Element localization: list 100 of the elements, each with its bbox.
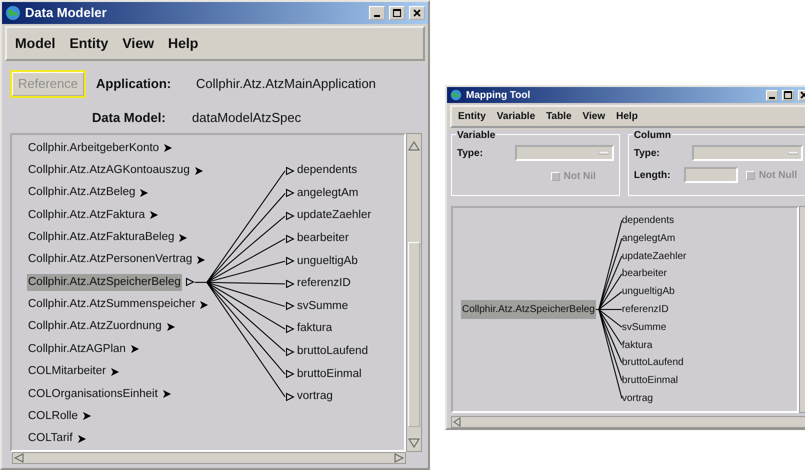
collapsed-arrow-icon[interactable]	[194, 166, 204, 176]
collapsed-arrow-icon[interactable]	[166, 322, 176, 332]
minimize-button[interactable]	[766, 90, 778, 100]
attribute-label: bearbeiter	[622, 267, 668, 282]
expanded-arrow-icon[interactable]	[285, 166, 295, 176]
minimize-button[interactable]	[369, 6, 385, 20]
attribute-label: updateZaehler	[297, 208, 372, 224]
data-model-label: Data Model:	[92, 108, 167, 126]
collapsed-arrow-icon[interactable]	[110, 366, 120, 377]
attribute-label: vortrag	[297, 389, 333, 404]
class-list-item[interactable]: Collphir.Atz.AtzSpeicherBeleg	[27, 274, 182, 291]
attribute-label: bruttoLaufend	[297, 344, 368, 360]
menu-item[interactable]: Help	[168, 33, 198, 54]
length-field[interactable]	[684, 167, 738, 183]
menu-item[interactable]: Variable	[496, 109, 536, 124]
attribute-label: updateZaehler	[622, 250, 686, 264]
maximize-icon	[784, 91, 792, 99]
attribute-label: bruttoEinmal	[297, 366, 362, 382]
class-list-item[interactable]: Collphir.Atz.AtzZuordnung	[27, 318, 163, 336]
expanded-arrow-icon[interactable]	[285, 188, 295, 198]
class-list-item[interactable]: COLOrganisationsEinheit	[27, 386, 159, 403]
data-model-value: dataModelAtzSpec	[192, 108, 302, 127]
attribute-label: faktura	[622, 338, 654, 353]
application-value: Collphir.Atz.AtzMainApplication	[196, 75, 376, 93]
horizontal-scrollbar[interactable]	[12, 452, 406, 464]
class-list-item[interactable]: COLRolle	[27, 408, 79, 426]
expanded-arrow-icon[interactable]	[285, 211, 295, 222]
attribute-label: angelegtAm	[297, 186, 358, 201]
attribute-label: referenzID	[297, 276, 351, 292]
maximize-button[interactable]	[782, 90, 794, 100]
scroll-right-icon[interactable]	[393, 453, 405, 463]
menu-item[interactable]: View	[122, 33, 154, 54]
collapsed-arrow-icon[interactable]	[199, 300, 210, 310]
expanded-arrow-icon[interactable]	[285, 234, 295, 244]
attribute-label: faktura	[297, 321, 332, 336]
attribute-label: dependents	[297, 163, 358, 178]
attribute-label: bruttoLaufend	[622, 356, 685, 370]
type-label: Type:	[457, 146, 484, 160]
attribute-label: angelegtAm	[622, 232, 676, 246]
class-list-item[interactable]: Collphir.ArbeitgeberKonto	[27, 140, 160, 157]
expanded-arrow-icon[interactable]	[184, 277, 195, 288]
collapsed-arrow-icon[interactable]	[162, 389, 172, 400]
collapsed-arrow-icon[interactable]	[178, 232, 188, 243]
collapsed-arrow-icon[interactable]	[148, 210, 159, 220]
expanded-arrow-icon[interactable]	[285, 256, 295, 266]
expanded-arrow-icon[interactable]	[285, 324, 295, 334]
app-globe-icon	[450, 89, 462, 101]
horizontal-scrollbar[interactable]	[451, 416, 805, 428]
menu-item[interactable]: Entity	[458, 109, 486, 124]
collapsed-arrow-icon[interactable]	[76, 434, 87, 444]
app-globe-icon	[5, 5, 21, 21]
window-title: Mapping Tool	[466, 88, 530, 102]
type-label: Type:	[634, 146, 661, 160]
attribute-label: svSumme	[297, 298, 348, 314]
attribute-label: bruttoEinmal	[622, 374, 679, 388]
collapsed-arrow-icon[interactable]	[130, 344, 140, 354]
collapsed-arrow-icon[interactable]	[163, 143, 174, 154]
expanded-arrow-icon[interactable]	[285, 392, 295, 402]
scroll-up-icon[interactable]	[407, 140, 421, 152]
menu-item[interactable]: Help	[616, 109, 638, 124]
attribute-label: ungueltigAb	[622, 285, 676, 300]
attribute-label: svSumme	[622, 320, 668, 335]
maximize-icon	[393, 9, 401, 17]
expanded-arrow-icon[interactable]	[285, 369, 295, 380]
scroll-down-icon[interactable]	[407, 437, 421, 449]
menu-item[interactable]: Entity	[69, 33, 108, 54]
close-icon	[413, 9, 421, 17]
menu-item[interactable]: View	[582, 109, 606, 124]
application-label: Application:	[96, 75, 172, 93]
class-list-item[interactable]: COLMitarbeiter	[27, 363, 107, 380]
class-list-item[interactable]: COLTarif	[27, 430, 74, 448]
attribute-label: ungueltigAb	[297, 254, 358, 269]
class-list-item[interactable]: Collphir.Atz.AtzAGKontoauszug	[27, 162, 191, 180]
close-button[interactable]	[409, 6, 425, 20]
window-title: Data Modeler	[25, 4, 107, 22]
length-label: Length:	[634, 168, 672, 182]
attribute-label: dependents	[622, 214, 676, 228]
class-list-item[interactable]: Collphir.Atz.AtzSummenspeicher	[27, 296, 196, 314]
attribute-label: bearbeiter	[297, 231, 349, 246]
collapsed-arrow-icon[interactable]	[196, 254, 206, 265]
class-list-item[interactable]: Collphir.Atz.AtzFakturaBeleg	[27, 228, 176, 246]
attribute-label: referenzID	[622, 302, 670, 317]
class-list-item[interactable]: Collphir.Atz.AtzFaktura	[27, 206, 146, 224]
collapsed-arrow-icon[interactable]	[82, 411, 92, 422]
class-list-item[interactable]: Collphir.Atz.AtzBeleg	[27, 184, 136, 202]
expanded-arrow-icon[interactable]	[285, 346, 295, 357]
entity-node[interactable]: Collphir.Atz.AtzSpeicherBeleg	[461, 300, 596, 319]
menu-item[interactable]: Model	[15, 33, 56, 54]
scroll-left-icon[interactable]	[13, 453, 25, 463]
expanded-arrow-icon[interactable]	[285, 301, 295, 312]
scroll-left-icon[interactable]	[452, 417, 462, 427]
maximize-button[interactable]	[389, 6, 405, 20]
scroll-thumb[interactable]	[408, 242, 420, 427]
attribute-label: vortrag	[622, 392, 654, 406]
menu-item[interactable]: Table	[546, 109, 572, 124]
class-list-item[interactable]: Collphir.Atz.AtzPersonenVertrag	[27, 251, 194, 269]
collapsed-arrow-icon[interactable]	[139, 188, 150, 198]
class-list-item[interactable]: Collphir.AtzAGPlan	[27, 340, 127, 358]
vertical-scrollbar[interactable]	[406, 133, 422, 452]
expanded-arrow-icon[interactable]	[285, 278, 295, 289]
